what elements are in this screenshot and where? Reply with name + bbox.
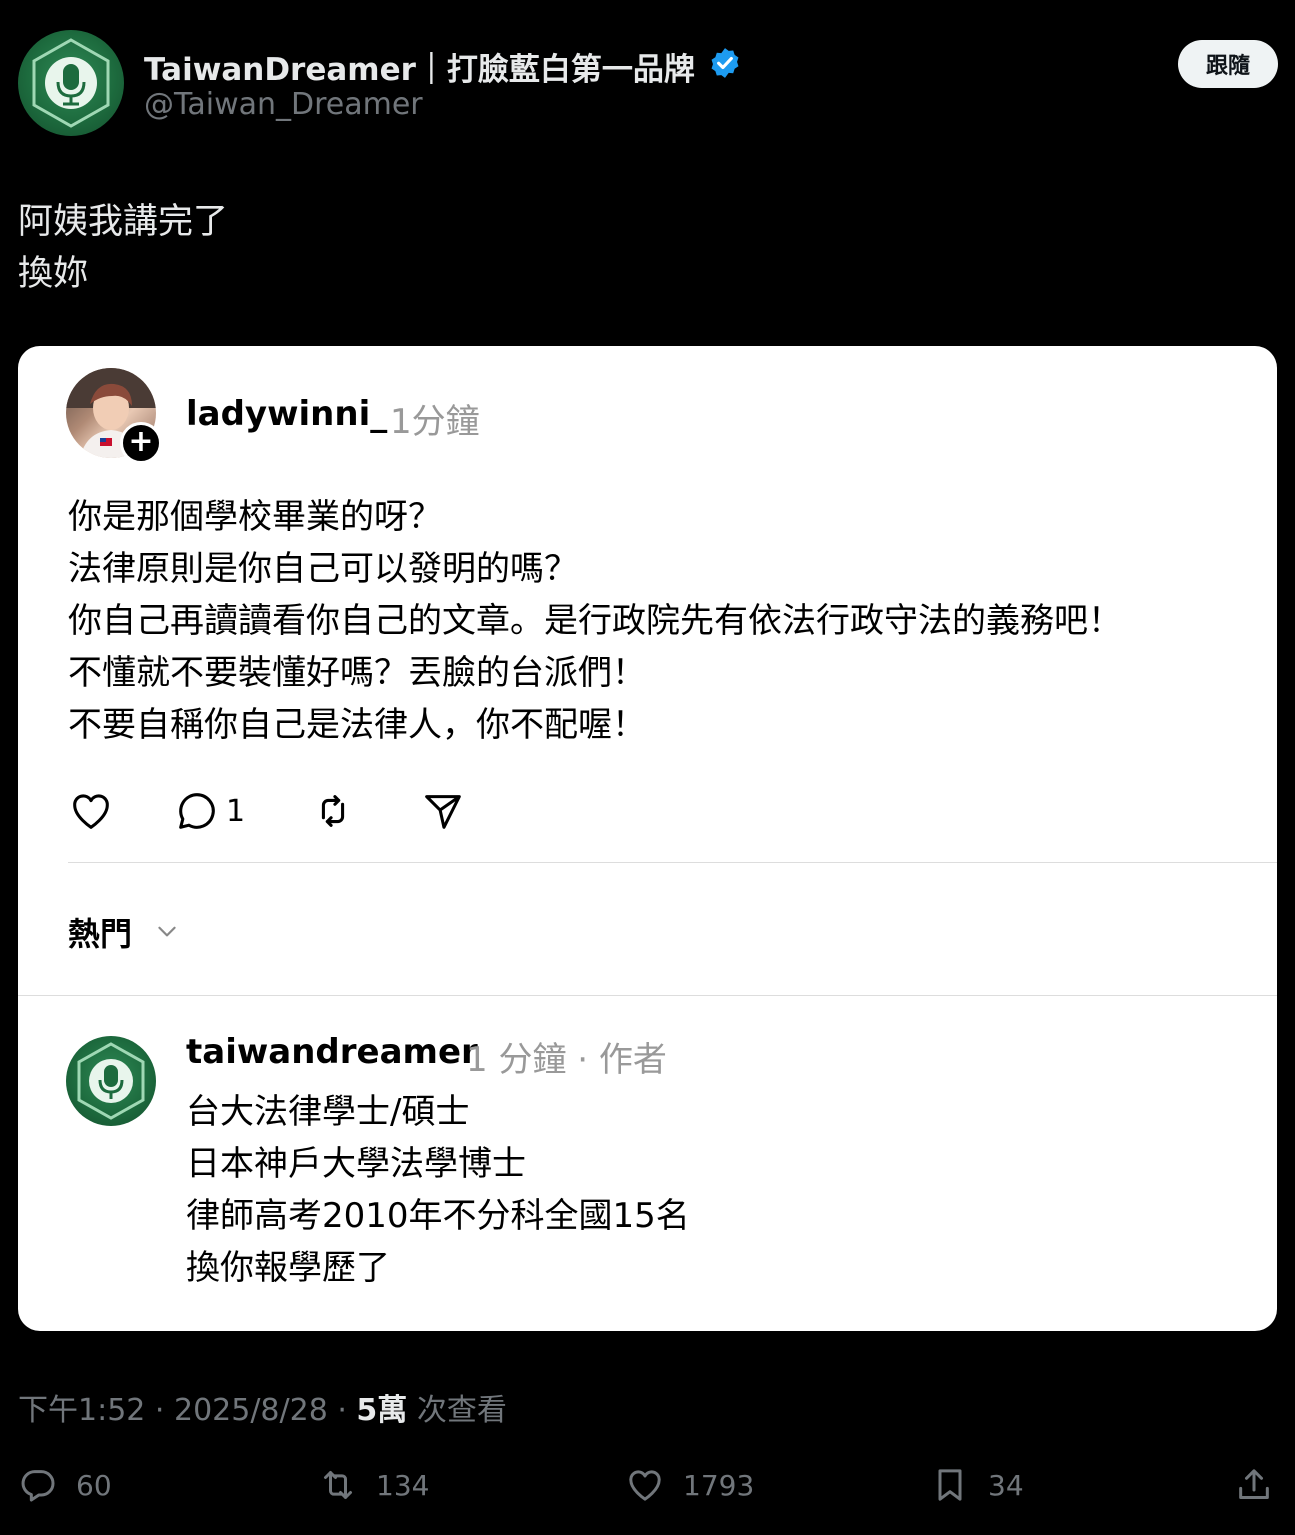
reply-icon bbox=[21, 1470, 55, 1502]
embedded-screenshot-card[interactable]: + ladywinni_ 1分鐘 你是那個學校畢業的呀？ 法律原則是你自己可以發… bbox=[18, 346, 1277, 1331]
quoted-text-line: 不要自稱你自己是法律人，你不配喔！ bbox=[68, 705, 646, 745]
quoted-action-bar: 1 bbox=[68, 786, 488, 836]
like-count: 1793 bbox=[683, 1468, 755, 1502]
share-icon bbox=[1239, 1469, 1269, 1499]
follow-plus-icon[interactable]: + bbox=[120, 422, 162, 464]
quoted-repost-button bbox=[310, 786, 356, 836]
bookmark-count: 34 bbox=[988, 1468, 1024, 1502]
quoted-share-button bbox=[420, 786, 466, 836]
quoted-text-line: 你是那個學校畢業的呀？ bbox=[68, 497, 442, 537]
follow-button[interactable]: 跟隨 bbox=[1178, 40, 1278, 88]
post-meta: 下午1:52 · 2025/8/28 · 5萬 次查看 bbox=[18, 1385, 507, 1429]
sort-label: 熱門 bbox=[68, 915, 133, 953]
quoted-time: 1分鐘 bbox=[390, 402, 480, 442]
reply-username: taiwandreamer bbox=[186, 1032, 478, 1072]
post-text: 阿姨我講完了 換妳 bbox=[18, 196, 228, 300]
quoted-username: ladywinni_ bbox=[186, 394, 388, 434]
view-count: 5萬 bbox=[356, 1393, 408, 1428]
view-label: 次查看 bbox=[407, 1393, 507, 1428]
author-name[interactable]: TaiwanDreamer｜打臉藍白第一品牌 bbox=[144, 44, 695, 89]
send-icon bbox=[425, 795, 461, 829]
quoted-comment-button: 1 bbox=[174, 786, 245, 836]
post-header: TaiwanDreamer｜打臉藍白第一品牌 @Taiwan_Dreamer 跟… bbox=[18, 30, 1278, 140]
repost-count: 134 bbox=[376, 1468, 430, 1502]
repost-icon bbox=[324, 1471, 352, 1499]
reply-user-avatar bbox=[66, 1036, 156, 1126]
share-button[interactable] bbox=[1234, 1460, 1292, 1510]
quoted-text-line: 你自己再讀讀看你自己的文章。是行政院先有依法行政守法的義務吧！ bbox=[68, 601, 1122, 641]
like-button[interactable]: 1793 bbox=[625, 1460, 754, 1510]
reply-meta: 1 分鐘 · 作者 bbox=[466, 1040, 667, 1080]
repost-loop-icon bbox=[321, 795, 345, 827]
quoted-text: 你是那個學校畢業的呀？ 法律原則是你自己可以發明的嗎？ 你自己再讀讀看你自己的文… bbox=[68, 491, 1122, 751]
reply-button[interactable]: 60 bbox=[18, 1460, 112, 1510]
author-avatar[interactable] bbox=[18, 30, 124, 136]
quoted-comment-count: 1 bbox=[226, 793, 246, 829]
comment-bubble-icon bbox=[179, 793, 215, 829]
divider bbox=[68, 862, 1277, 863]
engagement-bar: 60 134 1793 34 bbox=[18, 1460, 1278, 1510]
reply-text-line: 台大法律學士/碩士 bbox=[186, 1092, 470, 1132]
quoted-like-button bbox=[68, 786, 114, 836]
microphone-logo-icon bbox=[77, 1042, 145, 1120]
reply-count: 60 bbox=[76, 1468, 112, 1502]
heart-icon bbox=[629, 1470, 661, 1501]
microphone-logo-icon bbox=[32, 38, 110, 128]
post-text-line: 換妳 bbox=[18, 254, 89, 294]
reply-text: 台大法律學士/碩士 日本神戶大學法學博士 律師高考2010年不分科全國15名 換… bbox=[186, 1086, 690, 1294]
reply-text-line: 換你報學歷了 bbox=[186, 1248, 390, 1288]
author-handle[interactable]: @Taiwan_Dreamer bbox=[144, 87, 423, 122]
repost-button[interactable]: 134 bbox=[318, 1460, 429, 1510]
post-timestamp[interactable]: 下午1:52 · 2025/8/28 · bbox=[18, 1393, 356, 1428]
bookmark-icon bbox=[938, 1469, 962, 1501]
quoted-text-line: 法律原則是你自己可以發明的嗎？ bbox=[68, 549, 578, 589]
quoted-text-line: 不懂就不要裝懂好嗎？丟臉的台派們！ bbox=[68, 653, 646, 693]
post-text-line: 阿姨我講完了 bbox=[18, 202, 229, 242]
chevron-down-icon bbox=[154, 918, 180, 944]
reply-text-line: 律師高考2010年不分科全國15名 bbox=[186, 1196, 690, 1236]
bookmark-button[interactable]: 34 bbox=[930, 1460, 1024, 1510]
heart-outline-icon bbox=[73, 794, 109, 829]
reply-text-line: 日本神戶大學法學博士 bbox=[186, 1144, 526, 1184]
verified-badge-icon bbox=[708, 46, 742, 80]
divider bbox=[18, 995, 1277, 996]
